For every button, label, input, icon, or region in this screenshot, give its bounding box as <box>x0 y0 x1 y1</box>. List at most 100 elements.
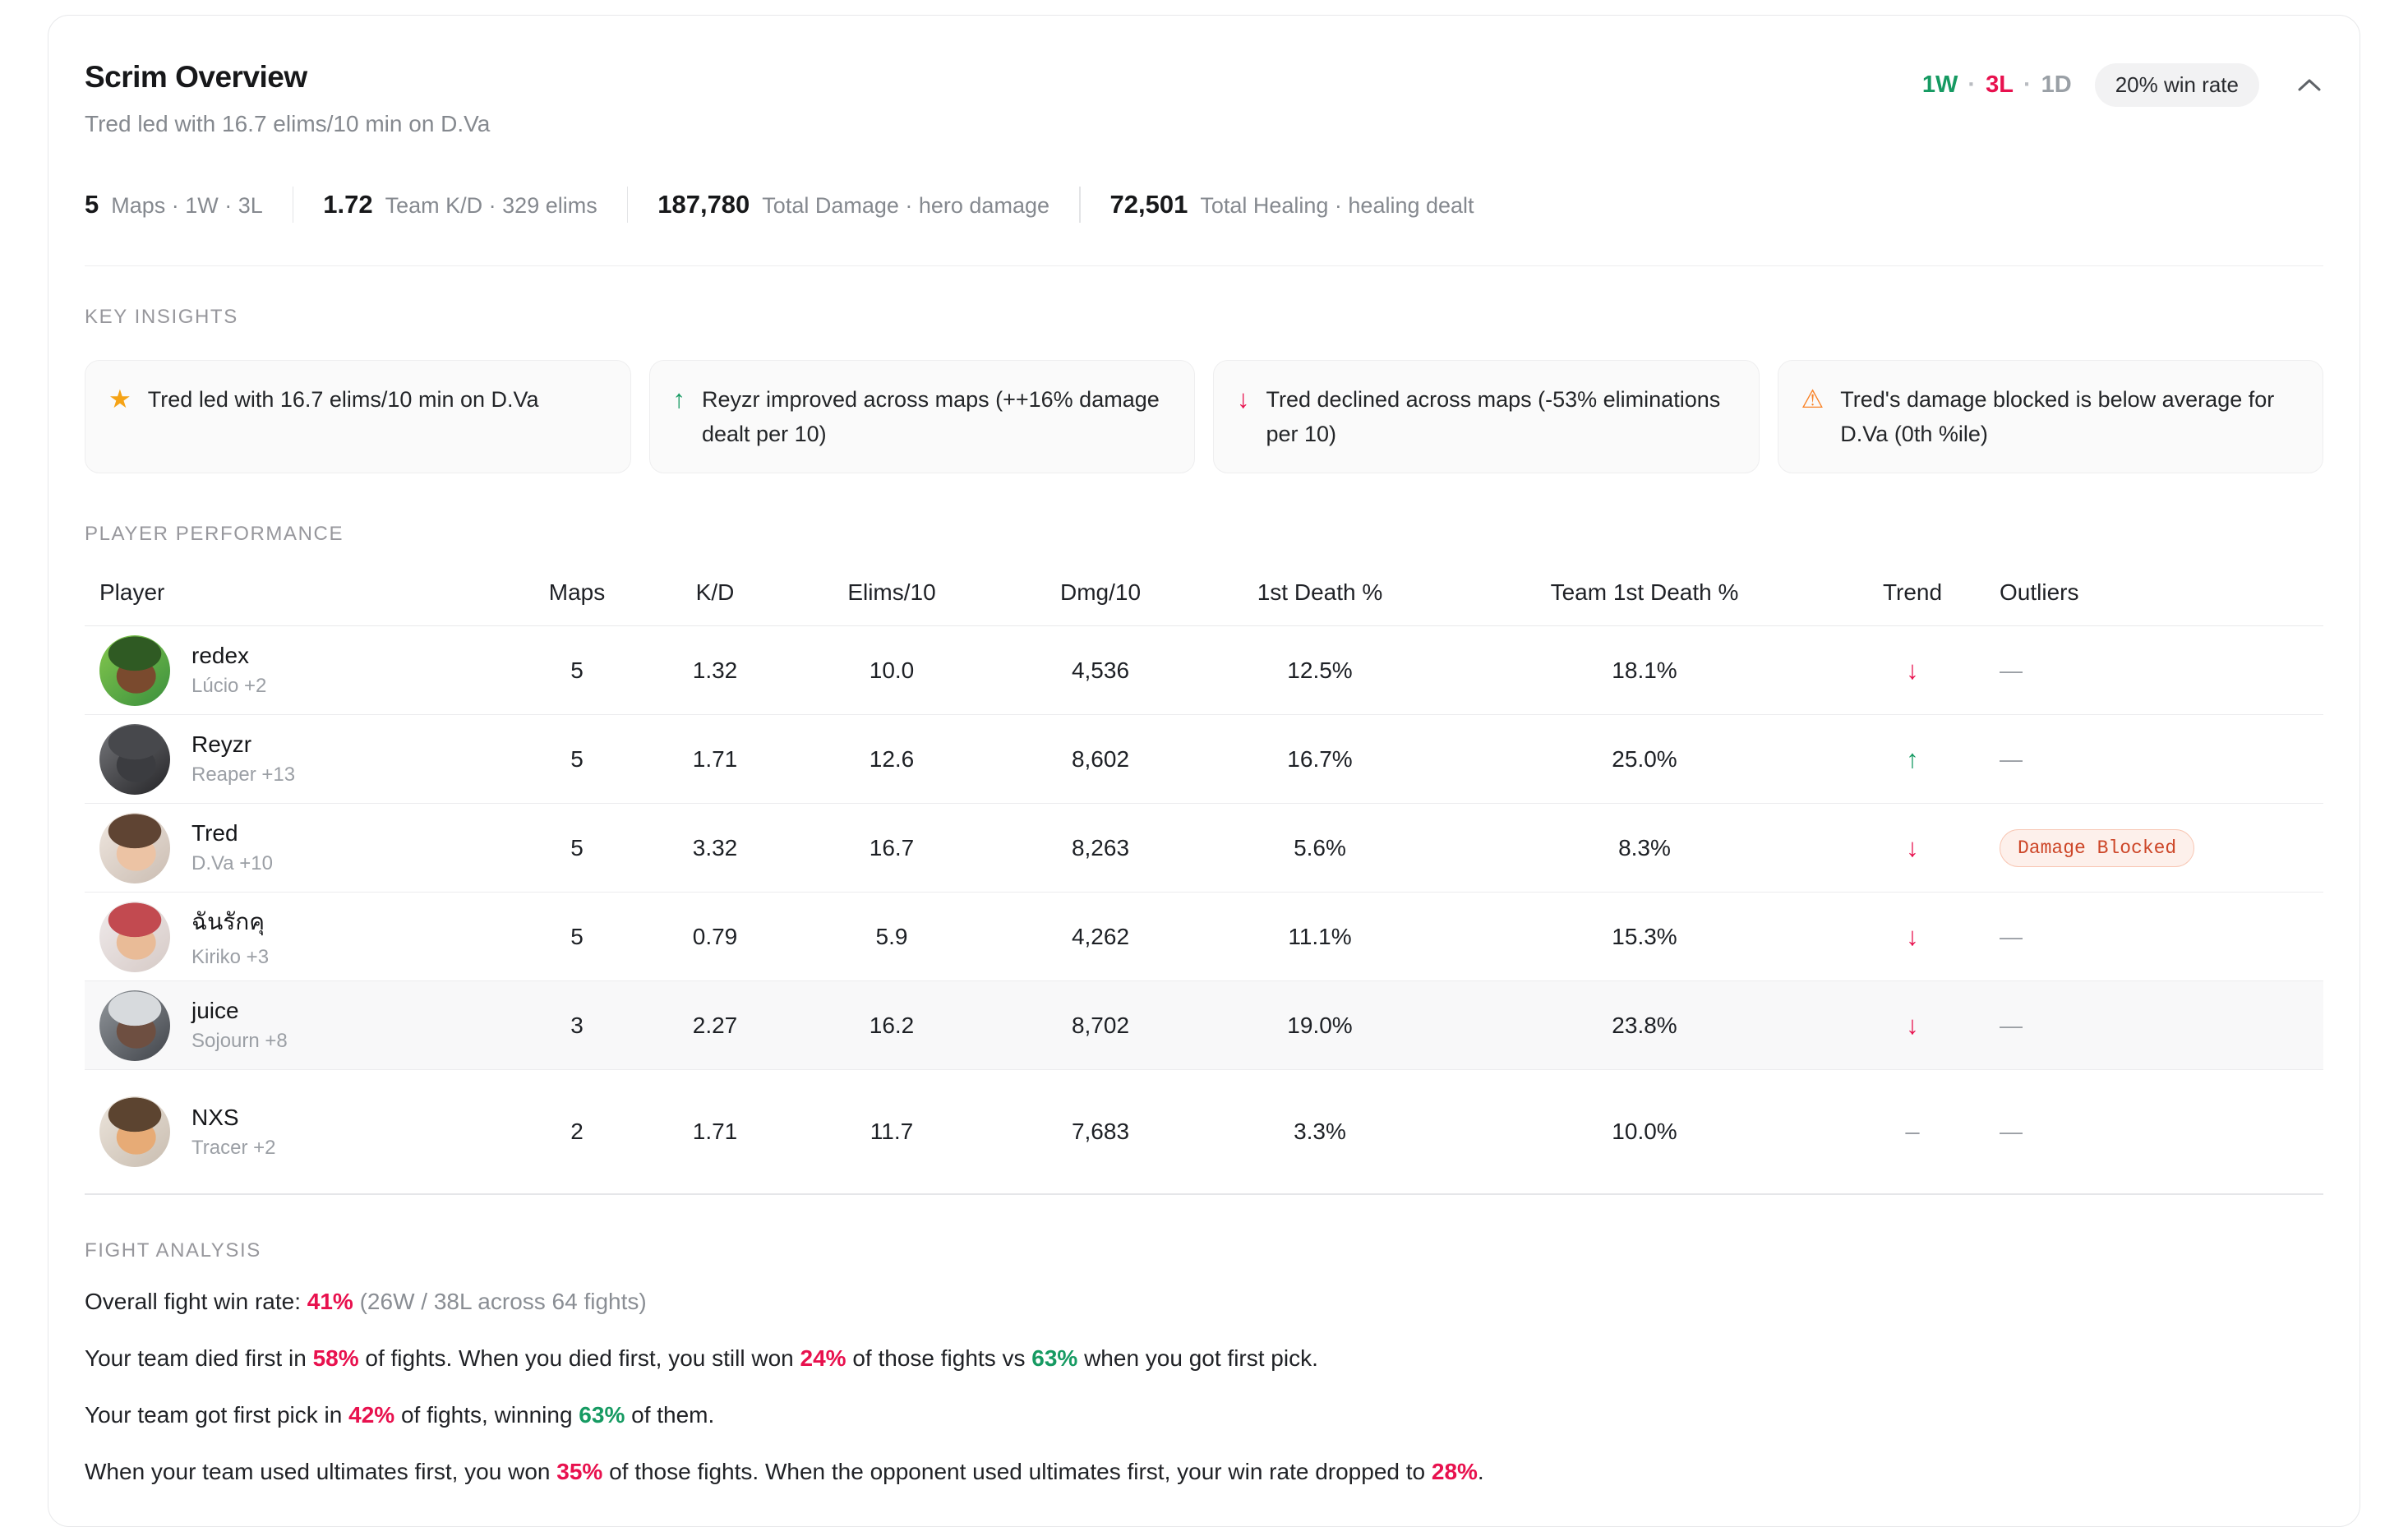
cell-dmg10: 7,683 <box>980 1119 1220 1145</box>
cell-first-death: 16.7% <box>1220 746 1419 773</box>
insight-text: Tred's damage blocked is below average f… <box>1840 382 2300 451</box>
cell-elims10: 10.0 <box>803 657 980 684</box>
fight-analysis-label: FIGHT ANALYSIS <box>85 1239 2323 1262</box>
column-header-k-d: K/D <box>627 579 803 606</box>
trend-cell: ↓ <box>1870 1011 1955 1040</box>
trend-up-icon: ↑ <box>1906 745 1919 773</box>
insight-text: Reyzr improved across maps (++16% damage… <box>702 382 1171 451</box>
record-separator: · <box>2023 72 2032 99</box>
star-icon: ★ <box>108 382 131 417</box>
summary-stat: 187,780Total Damage · hero damage <box>657 190 1049 219</box>
cell-kd: 3.32 <box>627 835 803 861</box>
header-right: 1W · 3L · 1D 20% win rate <box>1922 63 2323 107</box>
cell-team-first-death: 25.0% <box>1419 746 1870 773</box>
stat-value: 187,780 <box>657 190 750 219</box>
win-rate-badge: 20% win rate <box>2095 63 2259 107</box>
player-name: NXS <box>191 1105 275 1131</box>
player-heroes: Reaper +13 <box>191 764 295 787</box>
summary-stat: 1.72Team K/D · 329 elims <box>323 190 597 219</box>
trend-cell: ↓ <box>1870 922 1955 952</box>
key-insights-label: KEY INSIGHTS <box>85 306 2323 329</box>
trend-cell: ↑ <box>1870 745 1955 774</box>
fight-text: of those fights. When the opponent used … <box>602 1459 1432 1484</box>
player-heroes: Kiriko +3 <box>191 946 269 969</box>
table-row[interactable]: redexLúcio +251.3210.04,53612.5%18.1%↓— <box>85 626 2323 715</box>
column-header-trend: Trend <box>1870 579 1955 606</box>
column-header-1st-death-: 1st Death % <box>1220 579 1419 606</box>
fight-stat-red: 42% <box>348 1402 394 1428</box>
table-row[interactable]: NXSTracer +221.7111.77,6833.3%10.0%–— <box>85 1070 2323 1195</box>
cell-dmg10: 4,262 <box>980 924 1220 950</box>
player-avatar <box>99 635 170 706</box>
stat-label: Total Healing · healing dealt <box>1200 193 1474 219</box>
fight-text: Overall fight win rate: <box>85 1289 307 1314</box>
fight-text: Your team died first in <box>85 1345 313 1371</box>
stat-value: 1.72 <box>323 190 372 219</box>
cell-maps: 5 <box>527 657 627 684</box>
player-name-stack: NXSTracer +2 <box>191 1105 275 1160</box>
player-name: Reyzr <box>191 731 295 758</box>
cell-team-first-death: 10.0% <box>1419 1119 1870 1145</box>
cell-elims10: 16.2 <box>803 1013 980 1039</box>
cell-dmg10: 8,263 <box>980 835 1220 861</box>
record-separator: · <box>1967 72 1976 99</box>
cell-team-first-death: 23.8% <box>1419 1013 1870 1039</box>
fight-text: when you got first pick. <box>1077 1345 1318 1371</box>
table-row[interactable]: juiceSojourn +832.2716.28,70219.0%23.8%↓… <box>85 981 2323 1070</box>
cell-first-death: 19.0% <box>1220 1013 1419 1039</box>
fight-analysis-line: Your team died first in 58% of fights. W… <box>85 1345 2323 1372</box>
fight-text: When your team used ultimates first, you… <box>85 1459 556 1484</box>
card-header: Scrim Overview Tred led with 16.7 elims/… <box>85 16 2323 137</box>
cell-first-death: 11.1% <box>1220 924 1419 950</box>
record-draws: 1D <box>2041 72 2072 99</box>
player-avatar <box>99 1096 170 1167</box>
cell-elims10: 12.6 <box>803 746 980 773</box>
fight-stat-green: 63% <box>579 1402 625 1428</box>
column-header-maps: Maps <box>527 579 627 606</box>
fight-stat-red: 58% <box>313 1345 359 1371</box>
outliers-cell: — <box>1955 1013 2323 1039</box>
fight-text: Your team got first pick in <box>85 1402 348 1428</box>
cell-maps: 2 <box>527 1119 627 1145</box>
header-left: Scrim Overview Tred led with 16.7 elims/… <box>85 60 490 137</box>
insight-card: ↑Reyzr improved across maps (++16% damag… <box>649 360 1196 473</box>
summary-stat: 5Maps · 1W · 3L <box>85 190 263 219</box>
column-header-outliers: Outliers <box>1955 579 2323 606</box>
cell-dmg10: 8,702 <box>980 1013 1220 1039</box>
player-cell: NXSTracer +2 <box>85 1096 527 1167</box>
collapse-chevron-icon[interactable] <box>2295 76 2323 95</box>
column-header-elims-10: Elims/10 <box>803 579 980 606</box>
player-avatar <box>99 990 170 1061</box>
cell-maps: 5 <box>527 924 627 950</box>
scrim-overview-card: Scrim Overview Tred led with 16.7 elims/… <box>48 15 2360 1527</box>
arrow-down-icon: ↓ <box>1237 382 1250 417</box>
player-name-stack: TredD.Va +10 <box>191 820 273 875</box>
player-performance-table: PlayerMapsK/DElims/10Dmg/101st Death %Te… <box>85 577 2323 1195</box>
player-performance-label: PLAYER PERFORMANCE <box>85 523 2323 546</box>
record-losses: 3L <box>1986 72 2014 99</box>
fight-stat-red: 24% <box>800 1345 846 1371</box>
table-row[interactable]: ฉันรักคุKiriko +350.795.94,26211.1%15.3%… <box>85 893 2323 981</box>
table-row[interactable]: ReyzrReaper +1351.7112.68,60216.7%25.0%↑… <box>85 715 2323 804</box>
player-name: redex <box>191 643 266 669</box>
cell-elims10: 11.7 <box>803 1119 980 1145</box>
fight-stat-green: 63% <box>1031 1345 1077 1371</box>
page-title: Scrim Overview <box>85 60 490 95</box>
outliers-cell: Damage Blocked <box>1955 829 2323 867</box>
table-row[interactable]: TredD.Va +1053.3216.78,2635.6%8.3%↓Damag… <box>85 804 2323 893</box>
summary-stats-row: 5Maps · 1W · 3L1.72Team K/D · 329 elims1… <box>85 187 2323 223</box>
cell-kd: 1.71 <box>627 1119 803 1145</box>
player-name: ฉันรักคุ <box>191 904 269 940</box>
stat-divider <box>627 187 629 223</box>
fight-stat-red: 41% <box>307 1289 353 1314</box>
outliers-cell: — <box>1955 746 2323 773</box>
outlier-dash: — <box>2000 657 2023 683</box>
cell-kd: 2.27 <box>627 1013 803 1039</box>
fight-text: of fights, winning <box>394 1402 579 1428</box>
trend-down-icon: ↓ <box>1906 656 1919 685</box>
player-name-stack: redexLúcio +2 <box>191 643 266 698</box>
player-cell: Reyzr Reaper +13 <box>85 724 527 795</box>
outliers-cell: — <box>1955 924 2323 950</box>
player-name-stack: Reyzr Reaper +13 <box>191 731 295 787</box>
player-avatar <box>99 902 170 972</box>
